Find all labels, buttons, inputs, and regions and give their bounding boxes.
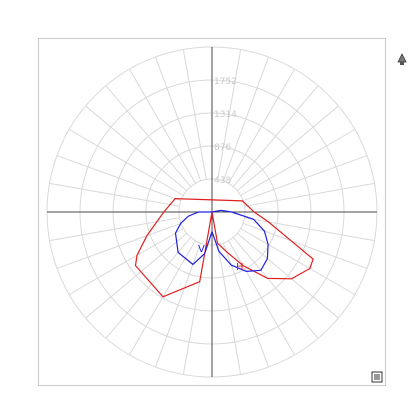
- grid-spoke-30: [228, 68, 295, 184]
- grid-spoke-70: [242, 155, 368, 202]
- grid-spoke-350: [182, 49, 207, 180]
- lamp-icon[interactable]: [395, 52, 409, 66]
- radial-tick-label: 438: [214, 176, 231, 186]
- grid-spoke-320: [105, 85, 192, 188]
- grid-spoke-230: [85, 232, 188, 319]
- grid-spoke-240: [68, 228, 184, 295]
- grid-spoke-150: [228, 240, 295, 356]
- grid-spoke-340: [155, 56, 202, 182]
- grid-spoke-40: [232, 85, 319, 188]
- document-icon[interactable]: [371, 371, 383, 383]
- grid-spoke-300: [68, 129, 184, 196]
- grid-spoke-120: [240, 228, 356, 295]
- polar-chart: 438 876 1314 1752 V H: [46, 46, 378, 378]
- grid-spoke-250: [56, 222, 182, 269]
- grid-spoke-60: [240, 129, 356, 196]
- grid-spoke-200: [155, 242, 202, 368]
- polar-diagram-panel: 438 876 1314 1752 V H: [38, 38, 386, 386]
- radial-tick-label: 1314: [214, 110, 237, 120]
- grid-spoke-330: [129, 68, 196, 184]
- grid-spoke-110: [242, 222, 368, 269]
- grid-spoke-130: [236, 232, 339, 319]
- curve-label-v: V: [198, 244, 205, 255]
- grid-spoke-50: [236, 105, 339, 192]
- grid-spoke-100: [244, 217, 375, 242]
- grid-spoke-260: [49, 217, 180, 242]
- radial-tick-label: 876: [214, 143, 231, 153]
- grid-spoke-310: [85, 105, 188, 192]
- grid-spoke-160: [222, 242, 269, 368]
- curve-label-h: H: [236, 262, 244, 273]
- grid-spoke-280: [49, 182, 180, 207]
- grid-spoke-290: [56, 155, 182, 202]
- radial-tick-label: 1752: [214, 77, 237, 87]
- grid-spoke-80: [244, 182, 375, 207]
